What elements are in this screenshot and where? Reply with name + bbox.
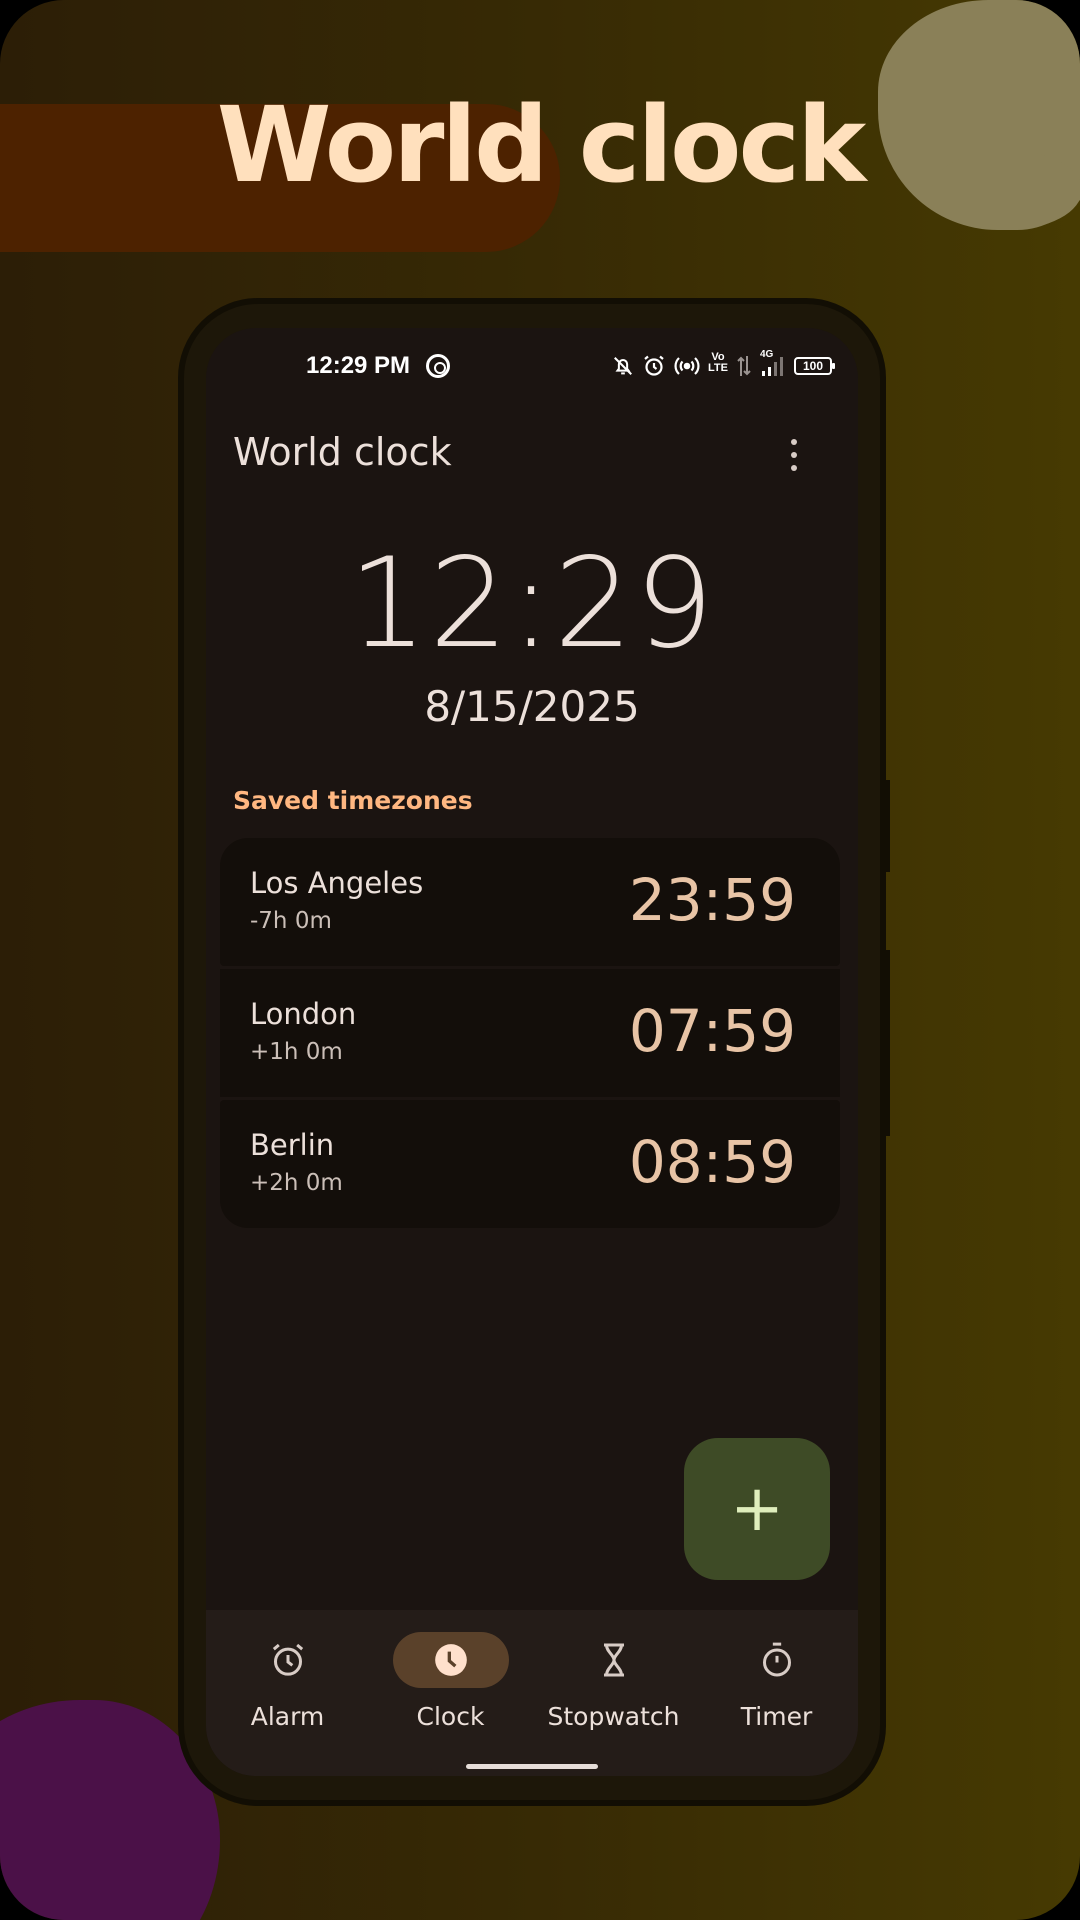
phone-screen: 12:29 PM Vo LTE 4G 100 World clock 12:29… [206,328,858,1776]
timezone-city: Los Angeles [250,866,424,900]
nav-label: Timer [740,1702,813,1731]
alarm-status-icon [642,352,666,380]
timezone-time: 23:59 [628,866,796,934]
timezone-offset: -7h 0m [250,908,332,934]
timezone-offset: +2h 0m [250,1170,343,1196]
timezone-row[interactable]: Los Angeles -7h 0m 23:59 [220,838,840,966]
nav-label: Alarm [250,1702,325,1731]
phone-side-button [884,780,890,872]
saved-timezones-header: Saved timezones [233,786,473,815]
nav-item-timer[interactable]: Timer [695,1630,858,1750]
current-date: 8/15/2025 [424,682,640,731]
timezone-row[interactable]: Berlin +2h 0m 08:59 [220,1100,840,1228]
timezone-row[interactable]: London +1h 0m 07:59 [220,969,840,1097]
nav-item-alarm[interactable]: Alarm [206,1630,369,1750]
volte-icon: Vo LTE [708,352,728,380]
hourglass-icon [603,1643,624,1677]
more-vert-icon [791,439,797,445]
add-timezone-button[interactable]: + [684,1438,830,1580]
hotspot-icon [674,352,700,380]
more-vert-icon-dot [791,452,797,458]
nav-item-clock[interactable]: Clock [369,1630,532,1750]
hotspot-ring-icon [426,354,450,378]
home-indicator[interactable] [466,1764,598,1769]
status-time: 12:29 PM [306,352,411,379]
more-options-button[interactable] [776,430,812,480]
alarm-icon [272,1643,303,1676]
signal-icon: 4G [760,349,786,380]
more-vert-icon-dot [791,465,797,471]
volte-bottom-label: LTE [708,362,728,374]
nav-icon-container [719,1632,835,1688]
battery-icon: 100 [794,357,835,375]
timezone-city: London [250,997,357,1031]
promo-title: World clock [216,84,867,206]
battery-level: 100 [802,359,824,373]
timezone-offset: +1h 0m [250,1039,343,1065]
nav-label: Clock [416,1702,485,1731]
nav-item-stopwatch[interactable]: Stopwatch [532,1630,695,1750]
timezone-city: Berlin [250,1128,335,1162]
nav-icon-container [556,1632,672,1688]
bell-off-icon [612,352,634,380]
timezone-time: 08:59 [628,1128,796,1196]
nav-icon-container-active [392,1632,509,1688]
timer-icon [762,1642,791,1677]
app-title: World clock [233,430,452,474]
timezone-time: 07:59 [628,997,796,1065]
clock-icon [434,1644,467,1676]
data-arrows-icon [736,352,752,380]
plus-icon: + [730,1472,784,1546]
signal-4g-label: 4G [760,349,774,360]
status-icons: Vo LTE 4G 100 [612,349,835,380]
current-time: 12:29 [348,532,716,676]
timezone-list: Los Angeles -7h 0m 23:59 London +1h 0m 0… [220,838,840,1228]
phone-volume-button [884,950,890,1136]
status-bar: 12:29 PM Vo LTE 4G 100 [206,342,858,390]
bottom-navigation: Alarm Clock Stopwatch Timer [206,1610,858,1776]
nav-icon-container [230,1632,346,1688]
nav-label: Stopwatch [547,1702,680,1731]
